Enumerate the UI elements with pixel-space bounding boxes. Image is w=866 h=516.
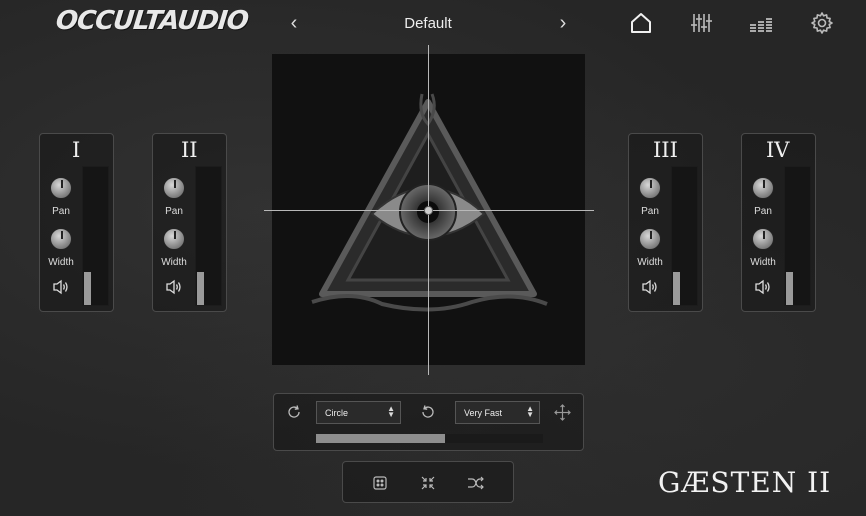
rotate-counterclockwise-icon[interactable] [420, 404, 436, 425]
collapse-center-icon[interactable] [419, 474, 437, 492]
motion-progress-bar[interactable] [316, 434, 543, 443]
width-label: Width [161, 257, 187, 268]
shuffle-icon[interactable] [467, 474, 485, 492]
width-label: Width [637, 257, 663, 268]
motion-shape-select[interactable]: Circle ▲ ▼ [316, 401, 401, 424]
width-label: Width [750, 257, 776, 268]
speaker-icon[interactable] [641, 279, 659, 300]
level-meter [671, 166, 698, 306]
width-knob[interactable] [639, 228, 661, 250]
channel-strip-4: IV Pan Width [741, 133, 816, 312]
preset-name[interactable]: Default [378, 15, 478, 32]
move-arrows-icon[interactable] [554, 404, 571, 426]
pan-knob[interactable] [163, 177, 185, 199]
dice-randomize-icon[interactable] [371, 474, 389, 492]
speaker-icon[interactable] [165, 279, 183, 300]
speaker-icon[interactable] [754, 279, 772, 300]
occult-audio-logo: OCCULTAUDIO [54, 6, 250, 36]
settings-gear-icon[interactable] [809, 10, 835, 36]
channel-title: I [72, 138, 81, 162]
channel-title: III [653, 138, 678, 162]
pan-label: Pan [52, 206, 70, 217]
pan-knob[interactable] [639, 177, 661, 199]
level-meter-fill [197, 271, 204, 305]
pan-knob[interactable] [50, 177, 72, 199]
speaker-icon[interactable] [52, 279, 70, 300]
updown-chevron-icon: ▲ ▼ [526, 404, 534, 419]
level-meter-fill [673, 271, 680, 305]
width-knob[interactable] [50, 228, 72, 250]
pan-label: Pan [165, 206, 183, 217]
mixer-sliders-icon[interactable] [689, 10, 715, 36]
level-meter [784, 166, 811, 306]
channel-strip-2: II Pan Width [152, 133, 227, 312]
level-meter [82, 166, 109, 306]
motion-progress-fill [316, 434, 446, 443]
home-icon[interactable] [628, 10, 654, 36]
motion-shape-value: Circle [325, 407, 349, 418]
pan-knob[interactable] [752, 177, 774, 199]
xy-position-handle[interactable] [424, 206, 433, 215]
level-meter-fill [84, 271, 91, 305]
motion-speed-value: Very Fast [464, 407, 503, 418]
channel-strip-3: III Pan Width [628, 133, 703, 312]
width-label: Width [48, 257, 74, 268]
width-knob[interactable] [163, 228, 185, 250]
pan-label: Pan [641, 206, 659, 217]
channel-title: II [181, 138, 198, 162]
pan-label: Pan [754, 206, 772, 217]
channel-strip-1: I Pan Width [39, 133, 114, 312]
next-preset-button[interactable]: › [555, 12, 571, 35]
level-meter [195, 166, 222, 306]
product-name: GÆSTEN II [658, 466, 832, 499]
motion-speed-select[interactable]: Very Fast ▲ ▼ [455, 401, 540, 424]
level-bars-icon[interactable] [749, 10, 775, 36]
rotate-clockwise-icon[interactable] [286, 404, 302, 425]
previous-preset-button[interactable]: ‹ [286, 12, 302, 35]
level-meter-fill [786, 271, 793, 305]
width-knob[interactable] [752, 228, 774, 250]
channel-title: IV [766, 138, 790, 162]
updown-chevron-icon: ▲ ▼ [387, 404, 395, 419]
